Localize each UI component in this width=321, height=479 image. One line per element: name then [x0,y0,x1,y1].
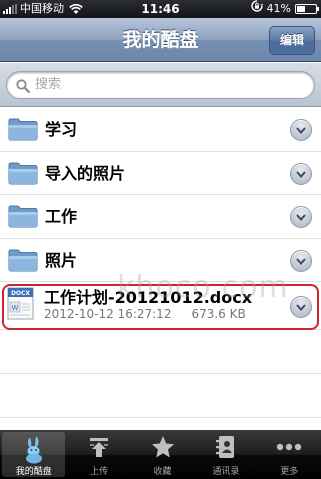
folder-label: 学习 [45,120,78,139]
tab-more[interactable]: 更多 [258,430,321,479]
chevron-down-icon[interactable] [290,206,312,229]
search-bar: 搜索 [0,63,321,107]
tab-my-kupan[interactable]: 我的酷盘 [2,432,66,477]
contacts-icon [213,434,239,464]
star-icon [150,434,176,464]
tab-label: 我的酷盘 [15,467,52,477]
status-bar: 中国移动 11:46 41% [0,0,321,18]
tab-label: 更多 [280,467,299,477]
folder-label: 工作 [45,207,78,227]
chevron-down-icon[interactable] [290,249,312,272]
edit-button[interactable]: 编辑 [269,26,315,55]
nav-bar: 我的酷盘 编辑 [0,18,321,62]
folder-icon [8,204,38,232]
empty-row [0,330,321,375]
tab-contacts[interactable]: 通讯录 [194,430,257,479]
folder-icon [8,248,38,276]
folder-label: 导入的照片 [45,163,126,183]
tab-upload[interactable]: 上传 [67,430,130,479]
folder-row-imported-photos[interactable]: 导入的照片 [0,151,321,196]
tab-label: 通讯录 [212,467,240,477]
tab-label: 上传 [90,467,109,477]
search-placeholder: 搜索 [35,77,62,92]
tab-label: 收藏 [153,467,172,477]
search-input[interactable]: 搜索 [6,71,315,99]
folder-icon [8,117,38,145]
folder-row-photos[interactable]: 照片 [0,238,321,283]
chevron-down-icon[interactable] [290,162,312,185]
empty-row [0,374,321,419]
folder-row-study[interactable]: 学习 [0,108,321,152]
folder-row-work[interactable]: 工作 [0,195,321,239]
more-icon [275,434,303,464]
file-list: 学习 导入的照片 工作 照片 DOCX W 工作计划-20121012.docx… [0,108,321,419]
rotation-lock-icon [250,0,263,18]
tab-favorites[interactable]: 收藏 [131,430,194,479]
battery-percent: 41% [266,2,291,15]
file-row-docx[interactable]: DOCX W 工作计划-20121012.docx 2012-10-12 16:… [0,282,321,331]
search-icon [16,78,30,97]
tab-bar: 我的酷盘 上传 收藏 通讯录 更多 [0,430,321,479]
highlight-outline [2,284,319,331]
upload-icon [86,434,112,464]
chevron-down-icon[interactable] [290,119,312,141]
folder-icon [8,161,38,189]
folder-label: 照片 [45,250,78,270]
battery-icon [295,4,319,14]
status-right: 41% [250,0,319,18]
